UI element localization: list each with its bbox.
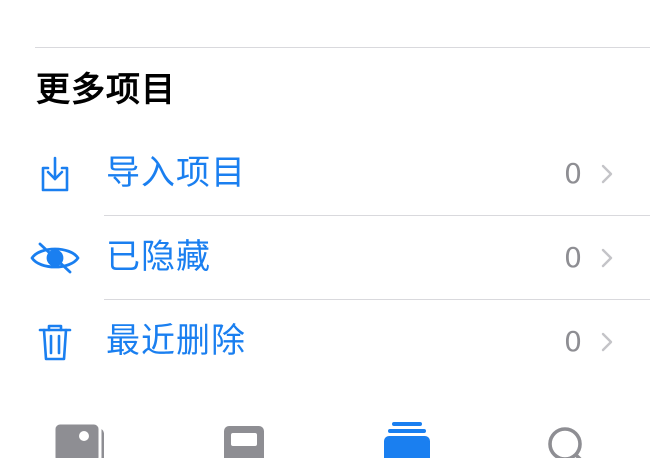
row-label-hidden: 已隐藏	[106, 237, 211, 277]
row-count-recently-deleted: 0	[564, 325, 582, 358]
chevron-right-icon	[600, 330, 614, 354]
row-hidden[interactable]: 已隐藏 0	[0, 216, 650, 300]
tab-bar	[0, 420, 650, 458]
top-divider	[35, 47, 650, 48]
trash-icon	[26, 318, 84, 366]
chevron-right-icon	[600, 246, 614, 270]
more-items-screen: 更多项目 导入项目 0 已隐藏 0 最近删除 0	[0, 0, 650, 458]
row-label-recently-deleted: 最近删除	[106, 321, 246, 361]
import-icon	[26, 150, 84, 198]
row-imports[interactable]: 导入项目 0	[0, 132, 650, 216]
chevron-right-icon	[600, 162, 614, 186]
row-count-imports: 0	[564, 157, 582, 190]
row-count-hidden: 0	[564, 241, 582, 274]
eye-slash-icon	[26, 234, 84, 282]
section-title: 更多项目	[36, 70, 176, 110]
photos-tab-icon[interactable]	[52, 420, 114, 458]
albums-tab-icon[interactable]	[384, 420, 444, 458]
for-you-tab-icon[interactable]	[222, 420, 282, 458]
search-tab-icon[interactable]	[546, 420, 606, 458]
row-label-imports: 导入项目	[106, 153, 246, 193]
row-recently-deleted[interactable]: 最近删除 0	[0, 300, 650, 384]
